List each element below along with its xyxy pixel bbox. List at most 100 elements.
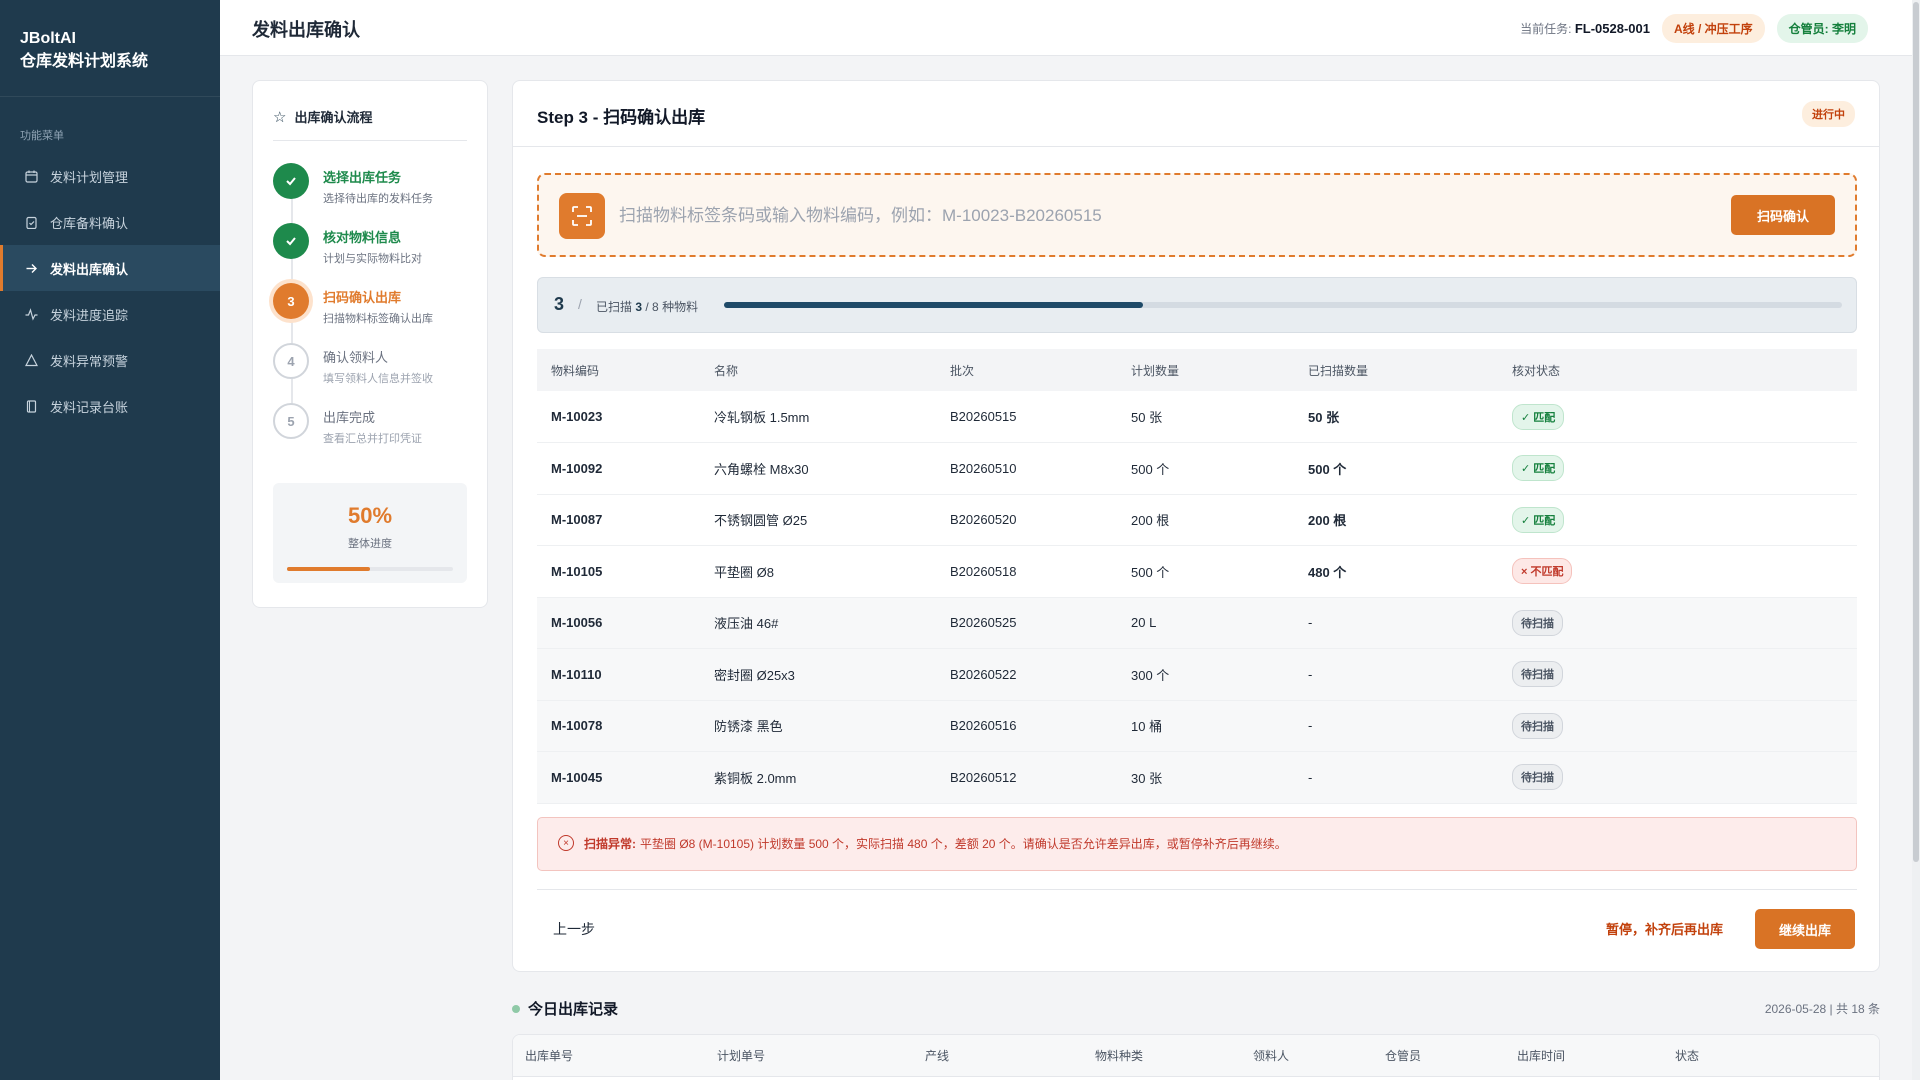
material-code: M-10056 [537,597,700,649]
step-1[interactable]: 选择出库任务 选择待出库的发料任务 [273,163,467,223]
scanned-qty: - [1294,751,1498,804]
brand-name: JBoltAI [20,30,76,47]
scan-progress-bar [724,302,1842,308]
scan-area: 扫码确认 [537,173,1857,257]
star-icon: ☆ [273,108,287,126]
page-scrollbar[interactable] [1912,0,1920,1080]
step-5[interactable]: 5 出库完成 查看汇总并打印凭证 [273,403,467,463]
scan-progress-total: / 8 种物料 [645,300,699,314]
col-header: 物料种类 [1095,1049,1144,1063]
col-header: 出库单号 [525,1049,574,1063]
current-task: 当前任务: FL-0528-001 [1520,20,1650,37]
records-table: 出库单号 计划单号 产线 物料种类 领料人 仓管员 出库时间 状态 [512,1034,1880,1080]
sidebar-item-label: 发料进度追踪 [50,307,129,323]
steps-title: 出库确认流程 [294,110,373,125]
scanned-number: 3 [635,300,643,314]
status-badge: 待扫描 [1512,712,1563,739]
sidebar-item-exception-alert[interactable]: 发料异常预警 [0,337,220,383]
brand: JBoltAI 仓库发料计划系统 [0,0,220,97]
card-header: Step 3 - 扫码确认出库 进行中 [513,81,1879,147]
scan-progress-prefix: 已扫描 [596,300,633,314]
line-tag: A线 / 冲压工序 [1661,14,1765,43]
records-title: 今日出库记录 [528,1001,619,1018]
sidebar-item-label: 发料异常预警 [50,353,129,369]
col-header: 已扫描数量 [1294,349,1498,391]
alert-title: 扫描异常: [584,837,636,851]
sidebar-item-progress-tracking[interactable]: 发料进度追踪 [0,291,220,337]
col-header: 批次 [936,349,1117,391]
sidebar-item-label: 发料计划管理 [50,169,129,185]
status-badge: ✓ 匹配 [1512,506,1565,533]
verify-status: ✓ 匹配 [1498,391,1857,443]
status-badge: 待扫描 [1512,661,1563,688]
sidebar-item-records-ledger[interactable]: 发料记录台账 [0,383,220,429]
book-icon [24,399,38,413]
planned-qty: 10 桶 [1117,700,1294,752]
step-text: 扫码确认出库 扫描物料标签确认出库 [323,283,433,343]
scan-input[interactable] [619,199,1619,233]
material-name: 液压油 46# [700,597,936,649]
material-name: 冷轧钢板 1.5mm [700,391,936,443]
batch-number: B20260518 [936,545,1117,598]
pause-button[interactable]: 暂停，补齐后再出库 [1606,919,1723,938]
top-header: 发料出库确认 当前任务: FL-0528-001 A线 / 冲压工序 仓管员: … [220,0,1920,56]
material-name: 防锈漆 黑色 [700,700,936,752]
continue-outbound-button[interactable]: 继续出库 [1755,909,1855,949]
col-header: 产线 [925,1049,950,1063]
material-name: 平垫圈 Ø8 [700,545,936,598]
step-3[interactable]: 3 扫码确认出库 扫描物料标签确认出库 [273,283,467,343]
overall-progress: 50% 整体进度 [273,483,467,583]
batch-number: B20260525 [936,597,1117,649]
planned-qty: 50 张 [1117,391,1294,443]
scanned-qty: 50 张 [1294,391,1498,443]
divider [537,889,1857,890]
separator: / [578,296,582,312]
table-row[interactable]: M-10045 紫铜板 2.0mm B20260512 30 张 - 待扫描 [537,751,1857,804]
task-id: FL-0528-001 [1574,21,1650,36]
material-code: M-10078 [537,700,700,752]
table-row[interactable]: M-10023 冷轧钢板 1.5mm B20260515 50 张 50 张 ✓ 匹配 [537,391,1857,443]
sidebar-item-label: 发料出库确认 [50,261,129,277]
table-row[interactable]: M-10078 防锈漆 黑色 B20260516 10 桶 - 待扫描 [537,700,1857,752]
table-row[interactable]: M-10105 平垫圈 Ø8 B20260518 500 个 480 个 × 不匹配 [537,545,1857,598]
step-text: 确认领料人 填写领料人信息并签收 [323,343,433,403]
planned-qty: 200 根 [1117,494,1294,546]
sidebar-item-stock-prep[interactable]: 仓库备料确认 [0,199,220,245]
step-title: 确认领料人 [323,350,389,365]
step-title: 核对物料信息 [323,230,402,245]
col-header: 领料人 [1253,1049,1290,1063]
step-desc: 扫描物料标签确认出库 [323,313,433,325]
sidebar-item-outbound-confirm[interactable]: 发料出库确认 [0,245,220,291]
col-header: 物料编码 [537,349,700,391]
scan-progress-text: 已扫描 3 / 8 种物料 [596,298,698,315]
header-info: 当前任务: FL-0528-001 A线 / 冲压工序 仓管员: 李明 [1520,14,1868,43]
col-header: 核对状态 [1498,349,1857,391]
check-icon [273,223,309,259]
scan-progress: 3 / 已扫描 3 / 8 种物料 [537,277,1857,333]
step-text: 选择出库任务 选择待出库的发料任务 [323,163,433,223]
arrow-right-icon [24,261,38,275]
batch-number: B20260512 [936,751,1117,804]
prev-step-button[interactable]: 上一步 [553,919,595,939]
scrollbar-thumb[interactable] [1913,2,1919,862]
scan-confirm-button[interactable]: 扫码确认 [1731,195,1835,235]
material-name: 不锈钢圆管 Ø25 [700,494,936,546]
table-row[interactable]: M-10092 六角螺栓 M8x30 B20260510 500 个 500 个 ✓ 匹配 [537,442,1857,495]
scan-progress-fill [724,302,1144,308]
error-circle-icon: × [558,835,574,851]
status-badge: ✓ 匹配 [1512,403,1565,430]
sidebar-item-label: 仓库备料确认 [50,215,129,231]
status-badge: 进行中 [1802,101,1855,127]
batch-number: B20260510 [936,442,1117,495]
table-row[interactable]: M-10056 液压油 46# B20260525 20 L - 待扫描 [537,597,1857,649]
verify-status: 待扫描 [1498,648,1857,701]
step-4[interactable]: 4 确认领料人 填写领料人信息并签收 [273,343,467,403]
section-dot [512,1005,520,1013]
table-row[interactable]: M-10110 密封圈 Ø25x3 B20260522 300 个 - 待扫描 [537,648,1857,701]
batch-number: B20260520 [936,494,1117,546]
table-row[interactable]: M-10087 不锈钢圆管 Ø25 B20260520 200 根 200 根 ✓ 匹配 [537,494,1857,546]
step-number: 3 [273,283,309,319]
scanned-qty: 480 个 [1294,545,1498,598]
step-2[interactable]: 核对物料信息 计划与实际物料比对 [273,223,467,283]
sidebar-item-plan-management[interactable]: 发料计划管理 [0,153,220,199]
